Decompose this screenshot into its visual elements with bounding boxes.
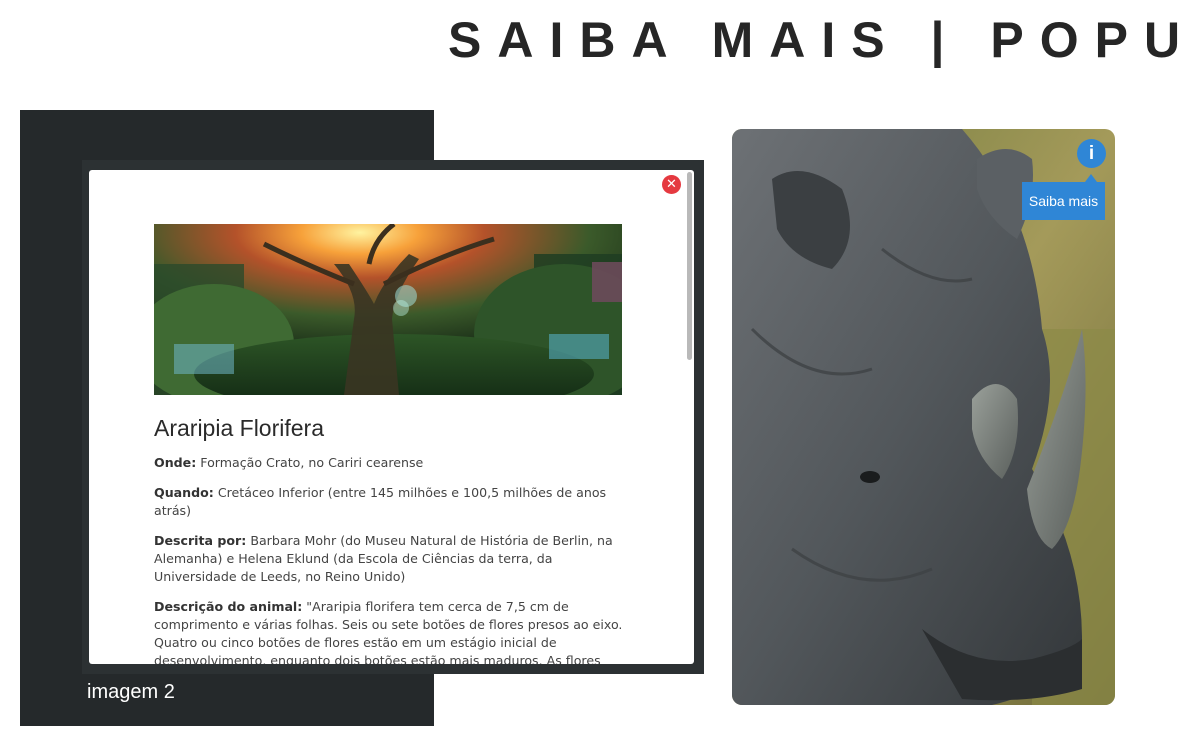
page-title: SAIBA MAIS | POPUP xyxy=(448,12,1186,68)
tooltip-arrow xyxy=(1085,174,1097,182)
field-described-by: Descrita por: Barbara Mohr (do Museu Nat… xyxy=(154,533,613,584)
info-icon[interactable]: i xyxy=(1077,139,1106,168)
tree-image xyxy=(154,224,622,395)
field-where: Onde: Formação Crato, no Cariri cearense xyxy=(154,455,424,470)
saiba-mais-tooltip[interactable]: Saiba mais xyxy=(1022,182,1105,220)
close-icon[interactable]: ✕ xyxy=(662,175,681,194)
panel-caption: imagem 2 xyxy=(87,681,175,703)
info-modal: ✕ Araripia Florifera Onde: Formação Crat… xyxy=(89,170,694,664)
modal-scrollbar[interactable] xyxy=(687,172,692,360)
modal-body: Onde: Formação Crato, no Cariri cearense… xyxy=(154,454,624,664)
field-description: Descrição do animal: "Araripia florifera… xyxy=(154,599,623,664)
field-when: Quando: Cretáceo Inferior (entre 145 mil… xyxy=(154,485,607,518)
modal-heading: Araripia Florifera xyxy=(154,415,324,441)
